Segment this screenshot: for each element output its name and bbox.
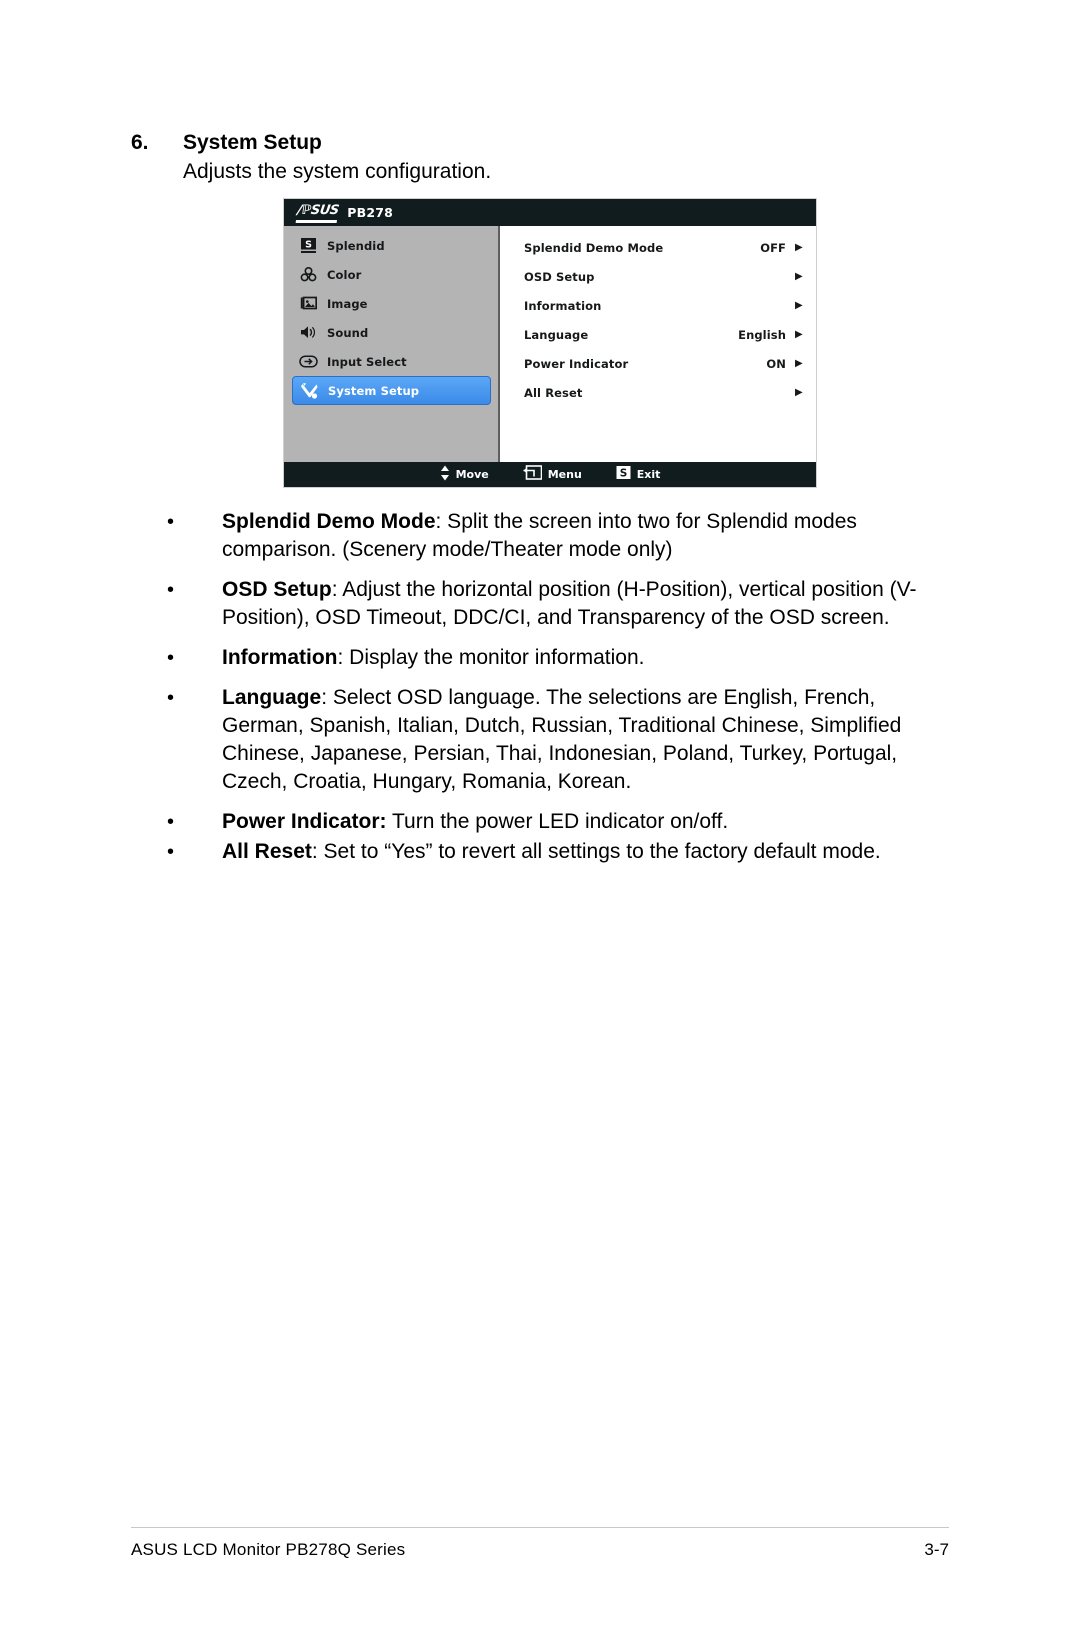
list-item-term: OSD Setup: [222, 578, 332, 601]
sound-icon: [299, 323, 318, 342]
footer-document-title: ASUS LCD Monitor PB278Q Series: [131, 1540, 406, 1559]
sidebar-item-label: Input Select: [327, 354, 407, 369]
svg-text:S: S: [620, 468, 628, 480]
sidebar-item-image[interactable]: Image: [292, 289, 491, 318]
chevron-right-icon: ▶: [795, 357, 803, 369]
osd-row-all-reset[interactable]: All Reset ▶: [500, 378, 816, 407]
footer-divider: [131, 1527, 949, 1528]
list-item-desc: : Set to “Yes” to revert all settings to…: [311, 840, 881, 863]
list-item-term: Information: [222, 646, 338, 669]
osd-screenshot: /ℙSUS PB278 S Splendid Color Image Sound…: [283, 198, 817, 488]
sidebar-item-sound[interactable]: Sound: [292, 318, 491, 347]
osd-row-label: Splendid Demo Mode: [524, 240, 664, 255]
page-footer: ASUS LCD Monitor PB278Q Series 3-7: [131, 1540, 949, 1560]
osd-row-splendid-demo-mode[interactable]: Splendid Demo Mode OFF ▶: [500, 233, 816, 262]
list-item-text: All Reset: Set to “Yes” to revert all se…: [222, 838, 923, 866]
osd-row-label: All Reset: [524, 385, 583, 400]
osd-sidebar: S Splendid Color Image Sound Input Selec…: [284, 226, 500, 462]
osd-main-panel: Splendid Demo Mode OFF ▶ OSD Setup ▶ Inf…: [500, 226, 816, 462]
monitor-model-label: PB278: [347, 205, 394, 220]
footer-page-number: 3-7: [924, 1540, 949, 1559]
osd-footer-label: Move: [455, 468, 489, 481]
list-item-term: Power Indicator:: [222, 810, 387, 833]
osd-footer-exit[interactable]: S Exit: [616, 465, 661, 484]
list-item-desc: Turn the power LED indicator on/off.: [386, 810, 729, 833]
input-select-icon: [299, 352, 318, 371]
sidebar-item-label: Splendid: [327, 238, 385, 253]
bullet-marker: •: [167, 687, 175, 709]
osd-row-label: Language: [524, 327, 589, 342]
sidebar-item-splendid[interactable]: S Splendid: [292, 231, 491, 260]
bullet-marker: •: [167, 579, 175, 601]
sidebar-item-label: Image: [327, 296, 368, 311]
sidebar-item-label: System Setup: [328, 383, 420, 398]
bullet-marker: •: [167, 811, 175, 833]
osd-row-osd-setup[interactable]: OSD Setup ▶: [500, 262, 816, 291]
osd-row-label: Information: [524, 298, 602, 313]
up-down-arrows-icon: [440, 465, 450, 485]
list-item-term: Language: [222, 686, 322, 709]
list-item-term: All Reset: [222, 840, 312, 863]
sidebar-item-label: Color: [327, 267, 362, 282]
menu-enter-icon: [523, 465, 543, 484]
color-icon: [299, 265, 318, 284]
osd-header: /ℙSUS PB278: [284, 199, 816, 226]
svg-text:S: S: [305, 239, 312, 250]
osd-row-label: Power Indicator: [524, 356, 629, 371]
chevron-right-icon: ▶: [795, 241, 803, 253]
chevron-right-icon: ▶: [795, 270, 803, 282]
section-number: 6.: [131, 131, 149, 154]
list-item-term: Splendid Demo Mode: [222, 510, 436, 533]
chevron-right-icon: ▶: [795, 299, 803, 311]
list-item: • Splendid Demo Mode: Split the screen i…: [163, 508, 923, 564]
list-item: • Power Indicator: Turn the power LED in…: [163, 808, 923, 836]
list-item-text: OSD Setup: Adjust the horizontal positio…: [222, 576, 923, 632]
osd-body: S Splendid Color Image Sound Input Selec…: [284, 226, 816, 462]
osd-footer-menu[interactable]: Menu: [523, 465, 582, 484]
osd-row-information[interactable]: Information ▶: [500, 291, 816, 320]
list-item-desc: : Display the monitor information.: [337, 646, 645, 669]
bullet-marker: •: [167, 841, 175, 863]
bullet-marker: •: [167, 511, 175, 533]
chevron-right-icon: ▶: [795, 386, 803, 398]
osd-row-value: OFF: [760, 240, 786, 255]
list-item-text: Language: Select OSD language. The selec…: [222, 684, 923, 796]
list-item: • Information: Display the monitor infor…: [163, 644, 923, 672]
osd-row-language[interactable]: Language English ▶: [500, 320, 816, 349]
osd-footer-label: Menu: [547, 468, 582, 481]
osd-row-power-indicator[interactable]: Power Indicator ON ▶: [500, 349, 816, 378]
section-heading: 6. System Setup: [131, 130, 931, 156]
page-title: System Setup: [183, 131, 322, 154]
sidebar-item-color[interactable]: Color: [292, 260, 491, 289]
chevron-right-icon: ▶: [795, 328, 803, 340]
sidebar-item-input-select[interactable]: Input Select: [292, 347, 491, 376]
splendid-icon: S: [299, 236, 318, 255]
bullet-marker: •: [167, 647, 175, 669]
list-item: • All Reset: Set to “Yes” to revert all …: [163, 838, 923, 866]
list-item-desc: : Select OSD language. The selections ar…: [222, 686, 902, 793]
osd-footer-label: Exit: [636, 468, 661, 481]
list-item-text: Splendid Demo Mode: Split the screen int…: [222, 508, 923, 564]
image-icon: [299, 294, 318, 313]
list-item-text: Information: Display the monitor informa…: [222, 644, 923, 672]
sidebar-item-label: Sound: [327, 325, 369, 340]
list-item-text: Power Indicator: Turn the power LED indi…: [222, 808, 923, 836]
splendid-s-icon: S: [616, 465, 631, 484]
osd-row-value: ON: [766, 356, 786, 371]
osd-row-label: OSD Setup: [524, 269, 595, 284]
osd-footer-move[interactable]: Move: [440, 465, 489, 485]
system-setup-icon: [300, 381, 319, 400]
sidebar-item-system-setup[interactable]: System Setup: [292, 376, 491, 405]
osd-row-value: English: [738, 327, 786, 342]
feature-bullet-list: • Splendid Demo Mode: Split the screen i…: [163, 508, 923, 878]
list-item: • OSD Setup: Adjust the horizontal posit…: [163, 576, 923, 632]
asus-logo: /ℙSUS: [295, 202, 340, 223]
section-subtitle: Adjusts the system configuration.: [183, 160, 492, 183]
list-item: • Language: Select OSD language. The sel…: [163, 684, 923, 796]
osd-footer-bar: Move Menu S Exit: [284, 462, 816, 487]
